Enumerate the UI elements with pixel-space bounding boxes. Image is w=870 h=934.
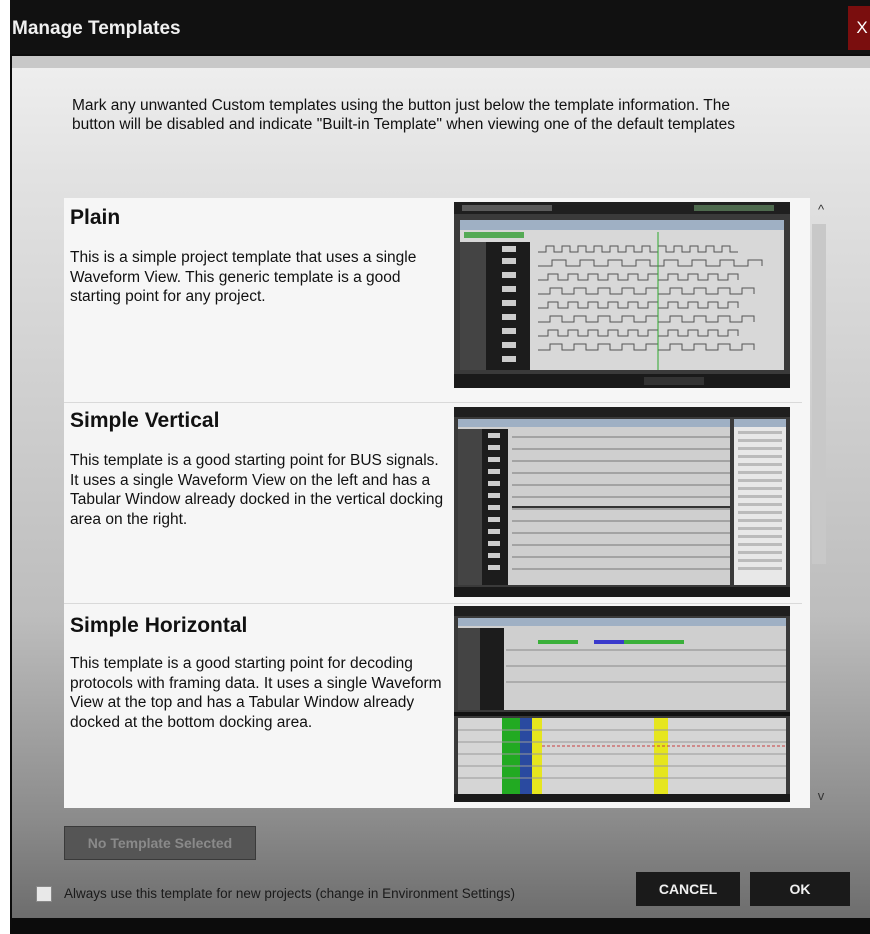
- template-preview-image: [454, 202, 790, 388]
- waveform-preview-horizontal: [454, 606, 790, 802]
- dialog-title: Manage Templates: [12, 18, 181, 39]
- cancel-button[interactable]: CANCEL: [636, 872, 740, 906]
- always-use-checkbox-label: Always use this template for new project…: [64, 886, 515, 901]
- manage-templates-dialog: Manage Templates X Mark any unwanted Cus…: [10, 0, 870, 934]
- template-title: Simple Vertical: [70, 409, 220, 432]
- waveform-preview-plain: [454, 202, 790, 388]
- template-title: Plain: [70, 206, 121, 229]
- scrollbar[interactable]: [802, 198, 810, 808]
- template-item-plain[interactable]: Plain This is a simple project template …: [64, 198, 802, 403]
- template-description: This is a simple project template that u…: [70, 249, 417, 305]
- scroll-up-icon[interactable]: ^: [810, 202, 832, 218]
- no-template-selected-button[interactable]: No Template Selected: [64, 826, 256, 860]
- template-preview-image: [454, 606, 790, 802]
- waveform-preview-vertical: [454, 407, 790, 597]
- template-title: Simple Horizontal: [70, 614, 248, 637]
- content-panel: Mark any unwanted Custom templates using…: [12, 56, 870, 928]
- template-description: This template is a good starting point f…: [70, 655, 442, 731]
- template-item-simple-vertical[interactable]: Simple Vertical This template is a good …: [64, 403, 802, 604]
- scrollbar-thumb[interactable]: [812, 224, 826, 564]
- instructions-text: Mark any unwanted Custom templates using…: [72, 97, 735, 133]
- scroll-down-icon[interactable]: v: [810, 788, 832, 804]
- template-preview-image: [454, 407, 790, 597]
- always-use-checkbox[interactable]: [36, 886, 52, 902]
- bottom-edge: [12, 918, 870, 928]
- template-list[interactable]: Plain This is a simple project template …: [64, 198, 810, 808]
- panel-top-edge: [12, 56, 870, 68]
- close-icon: X: [856, 18, 868, 37]
- title-bar: Manage Templates X: [10, 0, 870, 54]
- ok-button[interactable]: OK: [750, 872, 850, 906]
- template-description: This template is a good starting point f…: [70, 452, 444, 528]
- template-item-simple-horizontal[interactable]: Simple Horizontal This template is a goo…: [64, 604, 802, 808]
- close-button[interactable]: X: [848, 6, 870, 50]
